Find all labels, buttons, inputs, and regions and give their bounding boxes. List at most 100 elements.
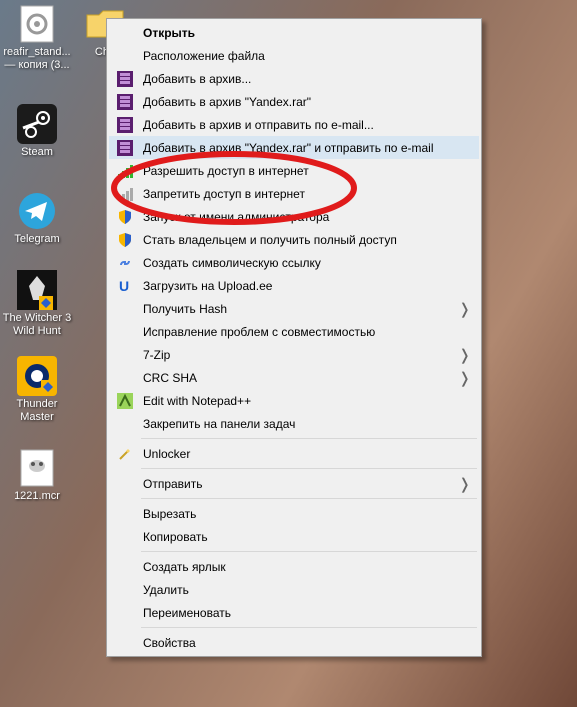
blank-icon	[113, 580, 137, 600]
menu-item-label: Свойства	[137, 636, 475, 650]
menu-item-label: Расположение файла	[137, 49, 475, 63]
submenu-arrow-icon: ❭	[458, 369, 475, 387]
menu-item-label: Создать символическую ссылку	[137, 256, 475, 270]
menu-item-label: Стать владельцем и получить полный досту…	[137, 233, 475, 247]
menu-item-send-to[interactable]: Отправить❭	[109, 472, 479, 495]
menu-item-notepadpp[interactable]: Edit with Notepad++	[109, 389, 479, 412]
menu-item-label: Отправить	[137, 477, 458, 491]
desktop-icon-telegram[interactable]: Telegram	[0, 187, 74, 252]
menu-item-label: Переименовать	[137, 606, 475, 620]
desktop-icon-witcher[interactable]: The Witcher 3 Wild Hunt	[0, 266, 74, 344]
blank-icon	[113, 504, 137, 524]
context-menu: Открыть Расположение файла Добавить в архи…	[106, 18, 482, 657]
menu-item-take-ownership[interactable]: Стать владельцем и получить полный досту…	[109, 228, 479, 251]
witcher-icon	[17, 270, 57, 310]
blank-icon	[113, 322, 137, 342]
blank-icon	[113, 414, 137, 434]
menu-item-get-hash[interactable]: Получить Hash❭	[109, 297, 479, 320]
blank-icon	[113, 46, 137, 66]
menu-item-label: Вырезать	[137, 507, 475, 521]
menu-separator	[141, 498, 477, 499]
net-green-icon	[113, 161, 137, 181]
rar-icon	[113, 69, 137, 89]
desktop-icon-label: The Witcher 3 Wild Hunt	[1, 312, 73, 338]
menu-item-delete[interactable]: Удалить	[109, 578, 479, 601]
menu-item-label: Запуск от имени администратора	[137, 210, 475, 224]
menu-item-7zip[interactable]: 7-Zip❭	[109, 343, 479, 366]
menu-separator	[141, 468, 477, 469]
desktop-icon-thunder[interactable]: Thunder Master	[0, 352, 74, 430]
menu-item-archive-email[interactable]: Добавить в архив и отправить по e-mail..…	[109, 113, 479, 136]
menu-item-label: Разрешить доступ в интернет	[137, 164, 475, 178]
blank-icon	[113, 603, 137, 623]
menu-item-cut[interactable]: Вырезать	[109, 502, 479, 525]
rar-icon	[113, 138, 137, 158]
menu-item-allow-internet[interactable]: Разрешить доступ в интернет	[109, 159, 479, 182]
blank-icon	[113, 474, 137, 494]
menu-item-run-admin[interactable]: Запуск от имени администратора	[109, 205, 479, 228]
desktop-icon-reafir[interactable]: reafir_stand... — копия (3...	[0, 0, 74, 78]
shield-icon	[113, 207, 137, 227]
menu-item-label: Добавить в архив "Yandex.rar"	[137, 95, 475, 109]
menu-item-archive-yandex-email[interactable]: Добавить в архив "Yandex.rar" и отправит…	[109, 136, 479, 159]
gear-file-icon	[17, 4, 57, 44]
npp-icon	[113, 391, 137, 411]
menu-item-compat[interactable]: Исправление проблем с совместимостью	[109, 320, 479, 343]
submenu-arrow-icon: ❭	[458, 475, 475, 493]
menu-item-label: Копировать	[137, 530, 475, 544]
menu-item-properties[interactable]: Свойства	[109, 631, 479, 654]
submenu-arrow-icon: ❭	[458, 300, 475, 318]
menu-item-label: Добавить в архив...	[137, 72, 475, 86]
desktop-icon-label: Telegram	[14, 233, 59, 246]
blank-icon	[113, 557, 137, 577]
menu-separator	[141, 627, 477, 628]
menu-item-create-shortcut[interactable]: Создать ярлык	[109, 555, 479, 578]
menu-item-deny-internet[interactable]: Запретить доступ в интернет	[109, 182, 479, 205]
menu-item-label: CRC SHA	[137, 371, 458, 385]
menu-item-open[interactable]: Открыть	[109, 21, 479, 44]
menu-item-file-location[interactable]: Расположение файла	[109, 44, 479, 67]
menu-item-copy[interactable]: Копировать	[109, 525, 479, 548]
menu-item-label: Запретить доступ в интернет	[137, 187, 475, 201]
desktop-icon-steam[interactable]: Steam	[0, 100, 74, 165]
menu-item-label: Закрепить на панели задач	[137, 417, 475, 431]
menu-item-add-archive[interactable]: Добавить в архив...	[109, 67, 479, 90]
desktop-icon-1221[interactable]: 1221.mcr	[0, 444, 74, 509]
svg-text:U: U	[119, 278, 129, 294]
menu-item-label: Получить Hash	[137, 302, 458, 316]
u-blue-icon: U	[113, 276, 137, 296]
blank-icon	[113, 345, 137, 365]
menu-item-rename[interactable]: Переименовать	[109, 601, 479, 624]
telegram-icon	[17, 191, 57, 231]
blank-icon	[113, 368, 137, 388]
menu-item-label: Создать ярлык	[137, 560, 475, 574]
shield-icon	[113, 230, 137, 250]
desktop-icons-col1: reafir_stand... — копия (3... Steam Tele…	[0, 0, 74, 509]
menu-separator	[141, 438, 477, 439]
thunder-icon	[17, 356, 57, 396]
menu-item-upload-ee[interactable]: U Загрузить на Upload.ee	[109, 274, 479, 297]
desktop-icon-label: reafir_stand... — копия (3...	[1, 46, 73, 72]
menu-item-unlocker[interactable]: Unlocker	[109, 442, 479, 465]
blank-icon	[113, 299, 137, 319]
rar-icon	[113, 92, 137, 112]
desktop-icon-label: Thunder Master	[1, 398, 73, 424]
rar-icon	[113, 115, 137, 135]
menu-item-label: Unlocker	[137, 447, 475, 461]
wand-icon	[113, 444, 137, 464]
steam-icon	[17, 104, 57, 144]
menu-item-label: Открыть	[137, 26, 475, 40]
menu-item-label: Загрузить на Upload.ee	[137, 279, 475, 293]
blank-icon	[113, 633, 137, 653]
link-icon	[113, 253, 137, 273]
menu-item-label: 7-Zip	[137, 348, 458, 362]
menu-item-label: Исправление проблем с совместимостью	[137, 325, 475, 339]
blank-icon	[113, 527, 137, 547]
menu-item-label: Удалить	[137, 583, 475, 597]
menu-item-label: Edit with Notepad++	[137, 394, 475, 408]
menu-item-pin-taskbar[interactable]: Закрепить на панели задач	[109, 412, 479, 435]
menu-item-symlink[interactable]: Создать символическую ссылку	[109, 251, 479, 274]
menu-item-label: Добавить в архив "Yandex.rar" и отправит…	[137, 141, 475, 155]
menu-item-add-yandex[interactable]: Добавить в архив "Yandex.rar"	[109, 90, 479, 113]
menu-item-crc-sha[interactable]: CRC SHA❭	[109, 366, 479, 389]
